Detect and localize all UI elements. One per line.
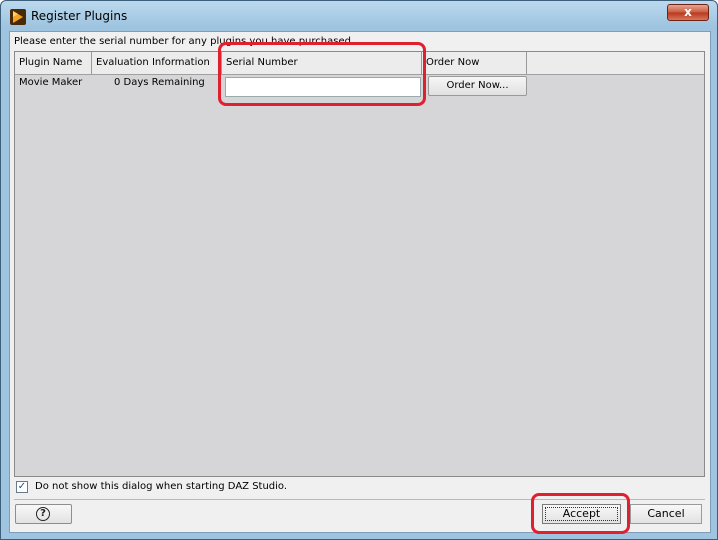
daz-studio-app-icon xyxy=(10,9,26,25)
cancel-button[interactable]: Cancel xyxy=(630,504,702,524)
column-header-evaluation-information[interactable]: Evaluation Information xyxy=(92,52,222,74)
column-header-plugin-name[interactable]: Plugin Name xyxy=(15,52,92,74)
help-button[interactable]: ? xyxy=(15,504,72,524)
plugin-name-cell: Movie Maker xyxy=(19,77,83,88)
plugins-table: Plugin Name Evaluation Information Seria… xyxy=(14,51,705,477)
evaluation-information-cell: 0 Days Remaining xyxy=(114,77,205,88)
serial-number-highlight xyxy=(218,42,426,106)
do-not-show-checkbox[interactable]: ✓ xyxy=(16,481,28,493)
checkmark-icon: ✓ xyxy=(17,481,27,492)
accept-highlight xyxy=(531,493,630,534)
help-icon: ? xyxy=(36,507,50,521)
column-header-order-now[interactable]: Order Now xyxy=(422,52,527,74)
window-title: Register Plugins xyxy=(31,9,128,23)
title-bar[interactable]: Register Plugins x xyxy=(1,1,717,31)
do-not-show-label[interactable]: Do not show this dialog when starting DA… xyxy=(35,481,287,492)
close-icon: x xyxy=(684,5,692,19)
register-plugins-window: Register Plugins x Please enter the seri… xyxy=(0,0,718,540)
order-now-button[interactable]: Order Now... xyxy=(428,76,527,96)
column-header-empty xyxy=(527,52,704,74)
close-button[interactable]: x xyxy=(667,4,709,21)
